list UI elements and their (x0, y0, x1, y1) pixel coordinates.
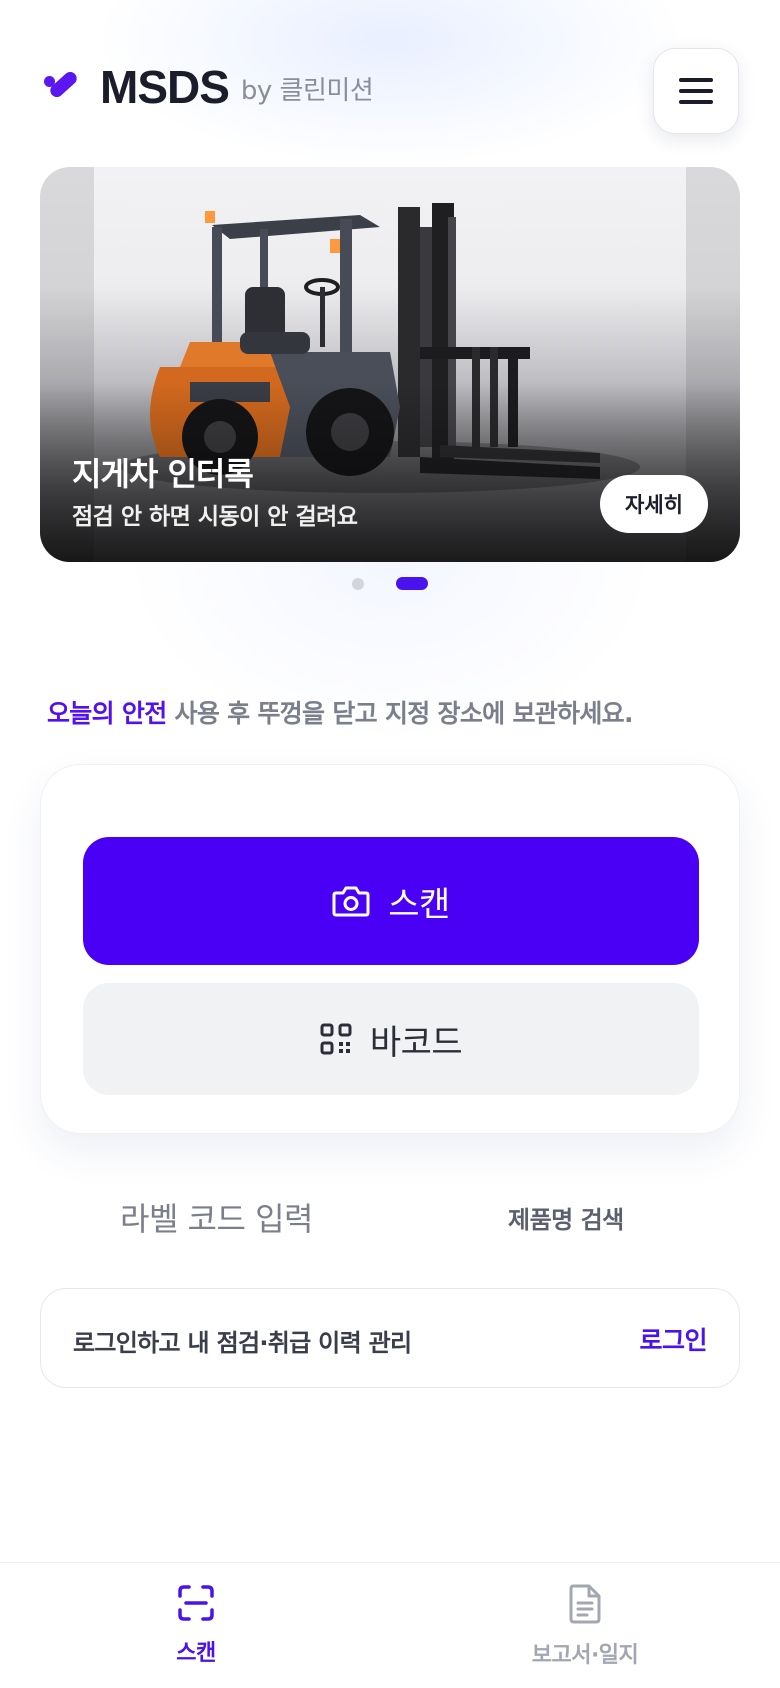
barcode-button[interactable]: 바코드 (83, 983, 699, 1095)
safety-tip: 오늘의 안전 사용 후 뚜껑을 닫고 지정 장소에 보관하세요. (47, 694, 633, 730)
nav-tab-scan[interactable]: 스캔 (146, 1583, 246, 1667)
banner-detail-button[interactable]: 자세히 (600, 475, 708, 533)
menu-button[interactable] (653, 48, 739, 134)
nav-tab-reports-label: 보고서·일지 (531, 1643, 639, 1668)
carousel-dot-2-active[interactable] (396, 577, 428, 590)
scan-frame-icon (176, 1583, 216, 1627)
brand-by: by 클린미션 (240, 76, 374, 106)
safety-tip-text: 사용 후 뚜껑을 닫고 지정 장소에 보관하세요. (174, 699, 634, 728)
scan-button[interactable]: 스캔 (83, 837, 699, 965)
carousel-dot-1[interactable] (352, 578, 364, 590)
nav-tab-scan-label: 스캔 (176, 1641, 216, 1666)
bottom-navigation: 스캔 보고서·일지 (0, 1562, 780, 1688)
barcode-button-label: 바코드 (369, 1022, 463, 1063)
brand-name: MSDS (100, 61, 230, 113)
banner-subtitle: 점검 안 하면 시동이 안 걸려요 (72, 504, 358, 530)
login-link[interactable]: 로그인 (639, 1321, 707, 1357)
label-code-input-link[interactable]: 라벨 코드 입력 (120, 1194, 313, 1240)
camera-icon (332, 885, 370, 917)
document-icon (565, 1583, 605, 1629)
logo-mark-icon (42, 62, 82, 102)
banner-title: 지게차 인터록 (72, 455, 254, 493)
login-prompt[interactable]: 로그인하고 내 점검·취급 이력 관리 로그인 (40, 1288, 740, 1388)
brand-logo[interactable]: MSDS by 클린미션 (42, 61, 374, 113)
secondary-actions: 라벨 코드 입력 제품명 검색 (0, 1190, 780, 1240)
app-header: MSDS by 클린미션 (0, 0, 780, 170)
qr-code-icon (320, 1023, 352, 1055)
product-search-link[interactable]: 제품명 검색 (508, 1200, 624, 1235)
nav-tab-reports[interactable]: 보고서·일지 (520, 1583, 650, 1669)
login-prompt-text: 로그인하고 내 점검·취급 이력 관리 (73, 1329, 412, 1357)
promo-banner[interactable]: 지게차 인터록 점검 안 하면 시동이 안 걸려요 자세히 (40, 167, 740, 562)
hamburger-menu-icon (679, 78, 713, 104)
scan-action-card: 스캔 바코드 (40, 764, 740, 1134)
safety-tip-highlight: 오늘의 안전 (47, 699, 167, 728)
carousel-indicator (0, 577, 780, 591)
scan-button-label: 스캔 (388, 884, 450, 925)
page: MSDS by 클린미션 지게차 인터록 점검 안 하면 시동이 안 걸려요 자… (0, 0, 780, 1688)
